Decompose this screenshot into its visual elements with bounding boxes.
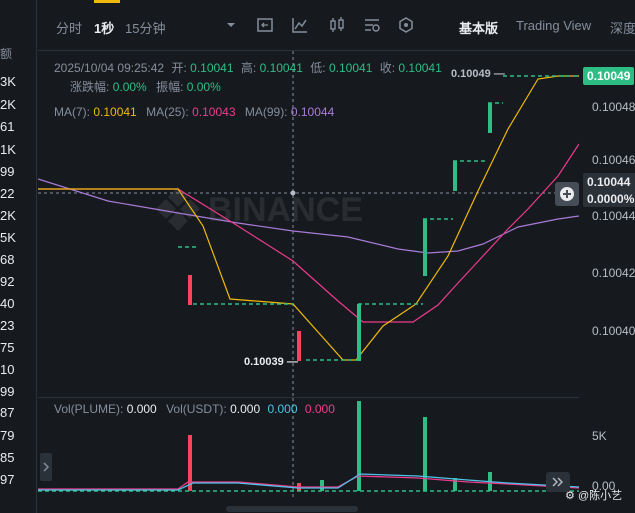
order-book-value: 1K [0, 142, 16, 157]
scrollbar-thumb[interactable] [226, 506, 358, 512]
ma99-label: MA(99): [244, 105, 288, 119]
ma-info: MA(7): 0.10041 MA(25): 0.10043 MA(99): 0… [54, 105, 334, 119]
order-book-value: 23 [0, 318, 15, 333]
add-order-button[interactable] [555, 182, 579, 206]
ma99-value: 0.10044 [290, 105, 335, 119]
indicator-icon[interactable] [291, 16, 309, 34]
chevron-down-icon[interactable] [222, 16, 240, 34]
view-depth[interactable]: 深度 [610, 18, 635, 37]
user-icon: ⚙ [565, 490, 575, 502]
amplitude-value: 0.00% [186, 80, 221, 94]
chart-toolbar: 分时 1秒 15分钟 基本版 Trading View 深度 [38, 0, 635, 51]
order-book-value: 2K [0, 97, 16, 112]
order-book-value: 22 [0, 186, 15, 201]
datetime: 2025/10/04 09:25:42 [54, 61, 165, 75]
order-book-value: 10 [0, 362, 15, 377]
high-label: 高: [240, 61, 257, 75]
ma7-value: 0.10041 [93, 105, 137, 119]
ma7-label: MA(7): [54, 105, 90, 119]
expand-left-button[interactable] [40, 453, 52, 481]
tab-time-sharing[interactable]: 分时 [56, 18, 82, 37]
view-tradingview[interactable]: Trading View [516, 18, 591, 33]
volume-bar [453, 478, 457, 491]
order-book-value: 68 [0, 252, 15, 267]
order-book-value: 99 [0, 164, 15, 179]
vol-ma-pink-value: 0.000 [304, 402, 335, 416]
settings-hexagon-icon[interactable] [397, 16, 415, 34]
current-price-tag: 0.10049 [583, 67, 635, 85]
order-book-value: 92 [0, 274, 15, 289]
ma25-value: 0.10043 [192, 105, 236, 119]
strip-header: 额 [0, 47, 13, 61]
volume-bar [423, 417, 427, 491]
high-marker: 0.10049 — [451, 68, 505, 80]
vol-plume-value: 0.000 [126, 402, 157, 416]
chart-canvas: BINANCE [38, 51, 579, 396]
order-book-value: 3K [0, 74, 16, 89]
vol-plume-label: Vol(PLUME): [54, 402, 124, 416]
change-value: 0.00% [112, 80, 147, 94]
change-info: 涨跌幅: 0.00% 振幅: 0.00% [70, 78, 221, 95]
order-book-value: 75 [0, 340, 15, 355]
calendar-icon[interactable] [256, 16, 274, 34]
order-book-value: 2K [0, 208, 16, 223]
candlestick-type-icon[interactable] [328, 16, 346, 34]
footer-user: ⚙ @陈小艺 [565, 490, 623, 502]
order-book-value: 5K [0, 230, 16, 245]
volume-bar [357, 401, 361, 491]
vol-tick-label: 5K [592, 429, 607, 443]
open-label: 开: [171, 61, 187, 75]
y-tick-label: 0.10044 [592, 209, 635, 223]
candle-up[interactable] [357, 304, 361, 361]
order-book-value: 61 [0, 119, 15, 134]
order-book-strip: 额 3K 2K 61 1K 99 22 2K 5K 68 92 40 23 75 10 99 87 79 85 97 [0, 0, 37, 513]
candle-down[interactable] [188, 275, 192, 305]
order-book-value: 79 [0, 428, 15, 443]
candle-up[interactable] [488, 103, 492, 133]
high-value: 0.10041 [259, 61, 303, 75]
binance-watermark: BINANCE [156, 187, 363, 231]
close-value: 0.10041 [398, 61, 442, 75]
y-tick-label: 0.10042 [592, 266, 635, 280]
order-book-value: 85 [0, 450, 15, 465]
amplitude-label: 振幅: [156, 80, 184, 94]
low-marker: 0.10039 — [244, 356, 298, 368]
close-label: 收: [379, 61, 396, 75]
y-tick-label: 0.10040 [592, 324, 635, 338]
price-axis[interactable]: 0.10048 0.10046 0.10044 0.10042 0.10040 … [580, 51, 635, 513]
crosshair-price-tag: 0.10044 0.0000% [583, 173, 635, 207]
svg-text:BINANCE: BINANCE [208, 191, 363, 229]
interval-1s[interactable]: 1秒 [94, 18, 114, 37]
change-label: 涨跌幅: [70, 80, 110, 94]
low-value: 0.10041 [328, 61, 373, 75]
ma25-label: MA(25): [146, 105, 189, 119]
candle-up[interactable] [453, 161, 457, 191]
ohlc-info: 2025/10/04 09:25:42 开: 0.10041 高: 0.1004… [54, 59, 442, 76]
volume-bar [320, 480, 324, 491]
vol-ma-blue-value: 0.000 [267, 402, 298, 416]
volume-panel: Vol(PLUME): 0.000 Vol(USDT): 0.000 0.000… [38, 397, 579, 498]
view-basic[interactable]: 基本版 [459, 18, 498, 37]
vol-usdt-label: Vol(USDT): [166, 402, 227, 416]
order-book-value: 99 [0, 384, 15, 399]
order-book-value: 97 [0, 472, 15, 487]
vol-usdt-value: 0.000 [230, 402, 261, 416]
volume-info: Vol(PLUME): 0.000 Vol(USDT): 0.000 0.000… [54, 402, 335, 416]
order-book-value: 87 [0, 405, 15, 420]
candlestick-chart[interactable]: BINANCE 2025/10/04 09:25:42 开: 0.10041 高… [38, 51, 579, 396]
vol-ma-blue [38, 473, 579, 491]
open-value: 0.10041 [190, 61, 234, 75]
order-book-value: 40 [0, 296, 15, 311]
candle-up[interactable] [423, 219, 427, 276]
time-scrollbar[interactable] [38, 497, 580, 513]
drawing-tools-icon[interactable] [363, 16, 381, 34]
crosshair-dot [290, 190, 296, 196]
y-tick-label: 0.10048 [592, 100, 635, 114]
low-label: 低: [310, 61, 326, 75]
active-interval-indicator [94, 0, 120, 3]
interval-15m[interactable]: 15分钟 [125, 18, 165, 37]
y-tick-label: 0.10046 [592, 153, 635, 167]
